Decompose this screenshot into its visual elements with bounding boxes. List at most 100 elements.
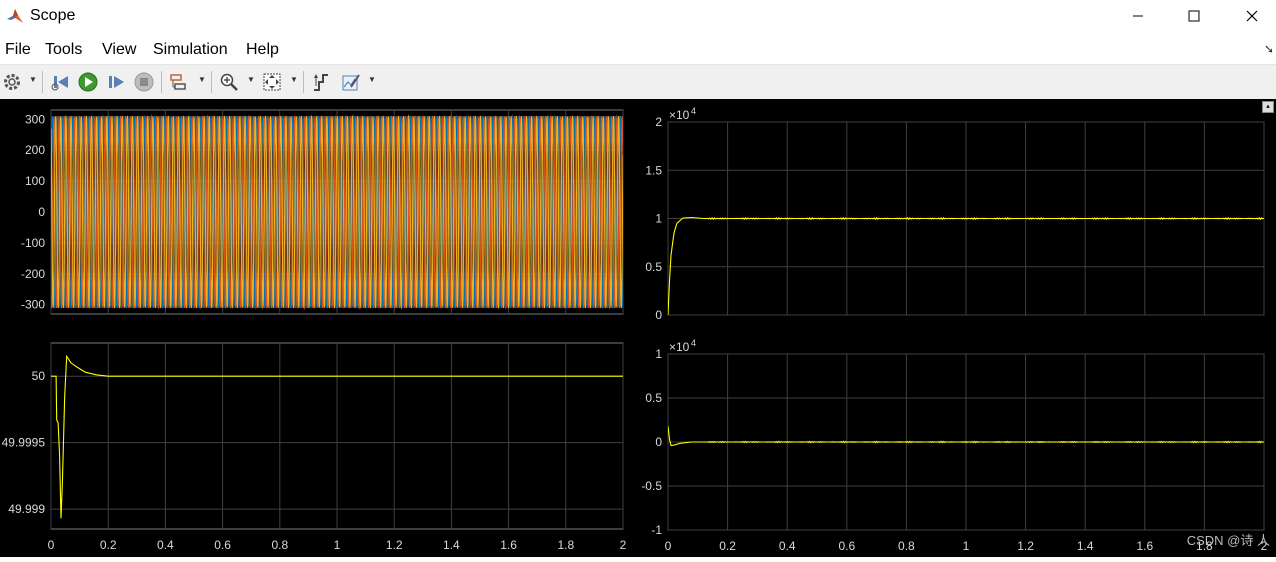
- style-dropdown-icon[interactable]: ▼: [368, 75, 376, 84]
- close-button[interactable]: [1229, 0, 1275, 32]
- menu-bar: File Tools View Simulation Help ➘: [0, 38, 1276, 62]
- y-tick-label: -1: [651, 523, 662, 537]
- fit-to-view-icon: [263, 73, 281, 91]
- watermark-text: CSDN @诗 人: [1186, 533, 1270, 548]
- toolbar-divider: [161, 71, 162, 93]
- matlab-logo-icon: [7, 9, 23, 23]
- stop-button[interactable]: [133, 71, 155, 93]
- y-exponent-label: ×10: [669, 108, 690, 122]
- y-exponent-power: 4: [691, 338, 696, 348]
- x-tick-label: 0.6: [214, 538, 231, 552]
- fit-dropdown-icon[interactable]: ▼: [290, 75, 298, 84]
- x-tick-label: 0.8: [898, 539, 915, 553]
- settings-dropdown-icon[interactable]: ▼: [29, 75, 37, 84]
- settings-button[interactable]: [1, 71, 23, 93]
- signal-selector-dropdown-icon[interactable]: ▼: [198, 75, 206, 84]
- menu-overflow-arrow-icon[interactable]: ➘: [1264, 42, 1274, 56]
- toolbar: ▼ ▼ ▼ ▼ ▼: [0, 64, 1276, 100]
- scope-axes-top-right: 2 1.5 1 0.5 0 ×10 4: [645, 106, 1265, 322]
- x-tick-label: 1.2: [1017, 539, 1034, 553]
- x-tick-label: 0: [48, 538, 55, 552]
- x-tick-label: 1: [334, 538, 341, 552]
- y-tick-label: -200: [21, 267, 45, 281]
- maximize-icon: [1188, 10, 1200, 22]
- y-tick-label: 1: [655, 347, 662, 361]
- y-tick-label: 50: [32, 369, 46, 383]
- x-tick-label: 1: [963, 539, 970, 553]
- series-group: [51, 114, 623, 310]
- y-tick-label: 100: [25, 174, 45, 188]
- scope-axes-bottom-right: 10.50-0.5-10 0.2 0.4 0.6 0.8 1 1.2 1.4 1.6 1.8 2×1…: [641, 338, 1267, 553]
- x-tick-label: 2: [620, 538, 627, 552]
- scope-axes-canvas: 3002001000-100-200-3005049.999549.9990 0.…: [2, 106, 1268, 553]
- undock-icon[interactable]: ▴: [1262, 101, 1274, 113]
- x-tick-label: 1.4: [443, 538, 460, 552]
- step-back-button[interactable]: [49, 71, 71, 93]
- x-tick-label: 1.6: [500, 538, 517, 552]
- menu-file[interactable]: File: [5, 41, 31, 59]
- run-button[interactable]: [77, 71, 99, 93]
- y-tick-label: 300: [25, 112, 45, 126]
- style-edit-icon: [342, 74, 360, 91]
- settings-icon: [4, 74, 20, 90]
- y-exponent-label: ×10: [669, 340, 690, 354]
- stop-icon: [134, 72, 154, 92]
- y-tick-label: 0: [655, 435, 662, 449]
- y-tick-label: -300: [21, 298, 45, 312]
- toolbar-divider: [211, 71, 212, 93]
- signal-selector-button[interactable]: [168, 71, 190, 93]
- y-tick-label: 0: [38, 205, 45, 219]
- cursor-measure-icon: [314, 74, 328, 91]
- style-edit-button[interactable]: [340, 71, 362, 93]
- x-tick-label: 0.4: [779, 539, 796, 553]
- cursor-measure-button[interactable]: [310, 71, 332, 93]
- menu-view[interactable]: View: [102, 41, 136, 59]
- y-tick-label: 0.5: [645, 260, 662, 274]
- y-exponent-power: 4: [691, 106, 696, 116]
- x-tick-label: 1.6: [1136, 539, 1153, 553]
- y-tick-label: 2: [655, 115, 662, 129]
- x-tick-label: 0: [665, 539, 672, 553]
- scope-axes-bottom-left: 50 49.9995 49.999 0 0.2 0.4 0.6 0.8 1 1.2 1.4 1.6 1.…: [2, 342, 627, 552]
- step-forward-icon: [109, 76, 124, 88]
- minimize-button[interactable]: [1115, 0, 1161, 32]
- minimize-icon: [1133, 15, 1143, 17]
- y-tick-label: 49.999: [8, 502, 45, 516]
- y-tick-label: 0.5: [645, 391, 662, 405]
- x-tick-label: 0.6: [838, 539, 855, 553]
- y-tick-label: 0: [655, 308, 662, 322]
- zoom-in-icon: [220, 73, 238, 91]
- scope-axes-top-left: 300 200 100 0 -100 -200 -300: [21, 109, 624, 315]
- y-tick-label: 49.9995: [2, 436, 46, 450]
- run-icon: [78, 72, 98, 92]
- x-tick-label: 1.2: [386, 538, 403, 552]
- x-tick-label: 0.8: [271, 538, 288, 552]
- x-tick-label: 1.4: [1077, 539, 1094, 553]
- x-tick-label: 0.2: [100, 538, 117, 552]
- y-tick-label: 1: [655, 212, 662, 226]
- window-title: Scope: [30, 7, 76, 24]
- step-back-icon: [51, 76, 68, 91]
- close-icon: [1246, 10, 1258, 22]
- step-forward-button[interactable]: [105, 71, 127, 93]
- fit-to-view-button[interactable]: [261, 71, 283, 93]
- maximize-button[interactable]: [1171, 0, 1217, 32]
- y-tick-label: 1.5: [645, 163, 662, 177]
- toolbar-divider: [303, 71, 304, 93]
- x-tick-label: 1.8: [557, 538, 574, 552]
- signal-selector-icon: [170, 74, 186, 90]
- series-ripple: [703, 440, 1264, 444]
- x-tick-label: 0.2: [719, 539, 736, 553]
- y-tick-label: -100: [21, 236, 45, 250]
- x-tick-label: 0.4: [157, 538, 174, 552]
- menu-help[interactable]: Help: [246, 41, 279, 59]
- scope-plot-area: 300 200 100 0 -100 -200 -300 50 49.9995 49.999 0 0.…: [0, 99, 1276, 557]
- title-bar: Scope: [0, 0, 1276, 34]
- menu-tools[interactable]: Tools: [45, 41, 82, 59]
- y-tick-label: -0.5: [641, 479, 662, 493]
- zoom-in-button[interactable]: [218, 71, 240, 93]
- y-tick-label: 200: [25, 143, 45, 157]
- menu-simulation[interactable]: Simulation: [153, 41, 228, 59]
- toolbar-divider: [42, 71, 43, 93]
- zoom-dropdown-icon[interactable]: ▼: [247, 75, 255, 84]
